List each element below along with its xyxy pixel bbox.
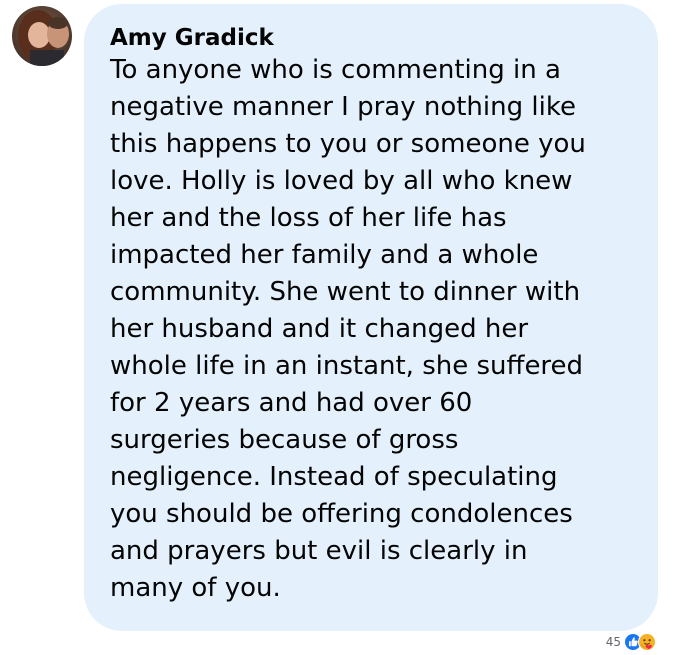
comment-line: you should be offering condolences: [110, 499, 573, 529]
comment-line: impacted her family and a whole: [110, 240, 539, 270]
comment-bubble: Amy Gradick To anyone who is commenting …: [84, 4, 658, 631]
comment-line: whole life in an instant, she suffered: [110, 351, 584, 381]
comment-line: negative manner I pray nothing like: [110, 92, 576, 122]
comment-text: To anyone who is commenting in a negativ…: [110, 52, 632, 607]
reaction-summary[interactable]: 45: [606, 632, 656, 652]
comment-line: community. She went to dinner with: [110, 277, 581, 307]
comment-line: negligence. Instead of speculating: [110, 462, 558, 492]
care-icon: [638, 633, 656, 651]
comment-line: this happens to you or someone you: [110, 129, 586, 159]
comment-line: her husband and it changed her: [110, 314, 529, 344]
comment-thread: Amy Gradick To anyone who is commenting …: [0, 0, 700, 655]
comment-line: many of you.: [110, 573, 281, 603]
comment-line: and prayers but evil is clearly in: [110, 536, 528, 566]
comment-line: surgeries because of gross: [110, 425, 459, 455]
comment-line: for 2 years and had over 60: [110, 388, 473, 418]
comment-author[interactable]: Amy Gradick: [110, 24, 632, 52]
comment-line: To anyone who is commenting in a: [110, 55, 561, 85]
avatar[interactable]: [12, 6, 72, 66]
reaction-count: 45: [605, 635, 621, 649]
comment-line: love. Holly is loved by all who knew: [110, 166, 573, 196]
comment-line: her and the loss of her life has: [110, 203, 507, 233]
profile-photo: [12, 6, 72, 66]
